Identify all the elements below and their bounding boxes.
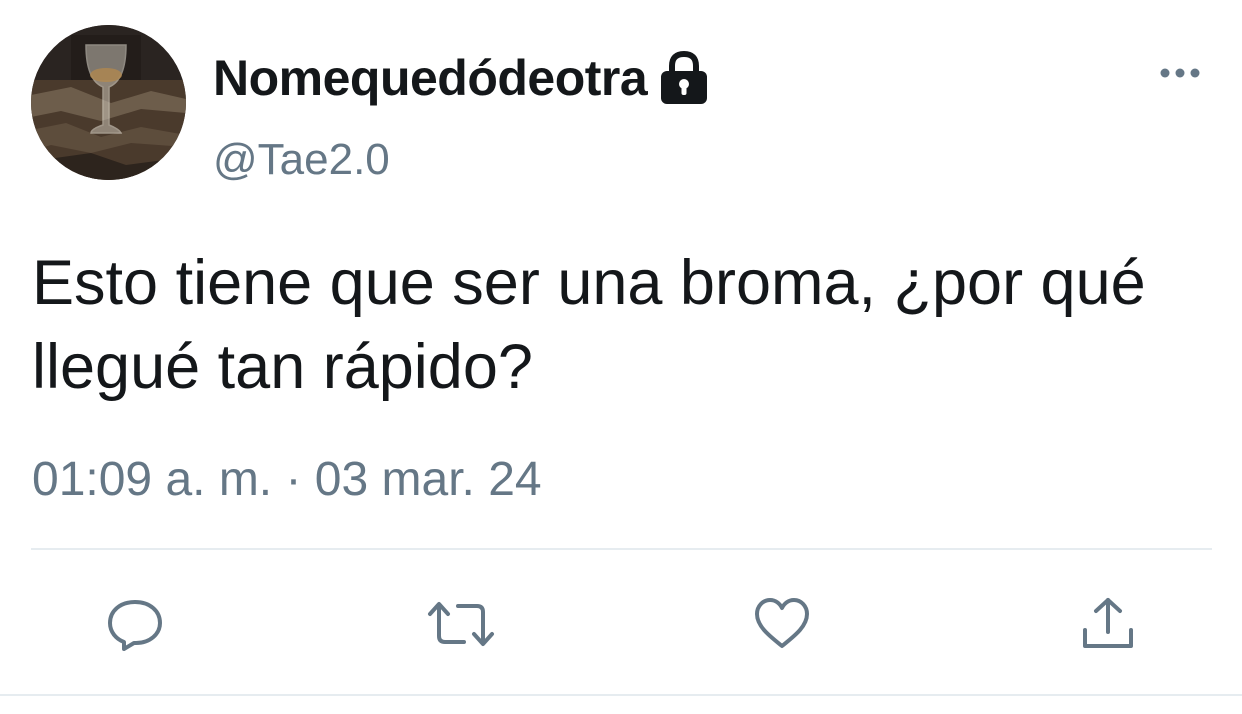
avatar-photo bbox=[31, 25, 186, 180]
more-icon[interactable] bbox=[1158, 60, 1202, 86]
share-button[interactable] bbox=[1079, 596, 1137, 652]
tweet-timestamp[interactable]: 01:09 a. m. · 03 mar. 24 bbox=[32, 452, 542, 507]
reply-button[interactable] bbox=[106, 596, 164, 652]
avatar[interactable] bbox=[31, 25, 186, 180]
lock-icon bbox=[657, 49, 711, 107]
reply-icon bbox=[108, 600, 162, 651]
retweet-icon bbox=[428, 602, 494, 646]
like-button[interactable] bbox=[753, 596, 811, 652]
display-name[interactable]: Nomequedódeotra bbox=[213, 49, 648, 107]
author-handle[interactable]: @Tae2.0 bbox=[213, 135, 390, 185]
tweet-text: Esto tiene que ser una broma, ¿por qué l… bbox=[32, 248, 1146, 402]
heart-icon bbox=[755, 598, 809, 648]
author-name-row[interactable]: Nomequedódeotra bbox=[213, 48, 711, 108]
divider bbox=[31, 548, 1212, 550]
share-icon bbox=[1083, 598, 1133, 648]
divider bbox=[0, 694, 1242, 696]
retweet-button[interactable] bbox=[426, 596, 494, 652]
